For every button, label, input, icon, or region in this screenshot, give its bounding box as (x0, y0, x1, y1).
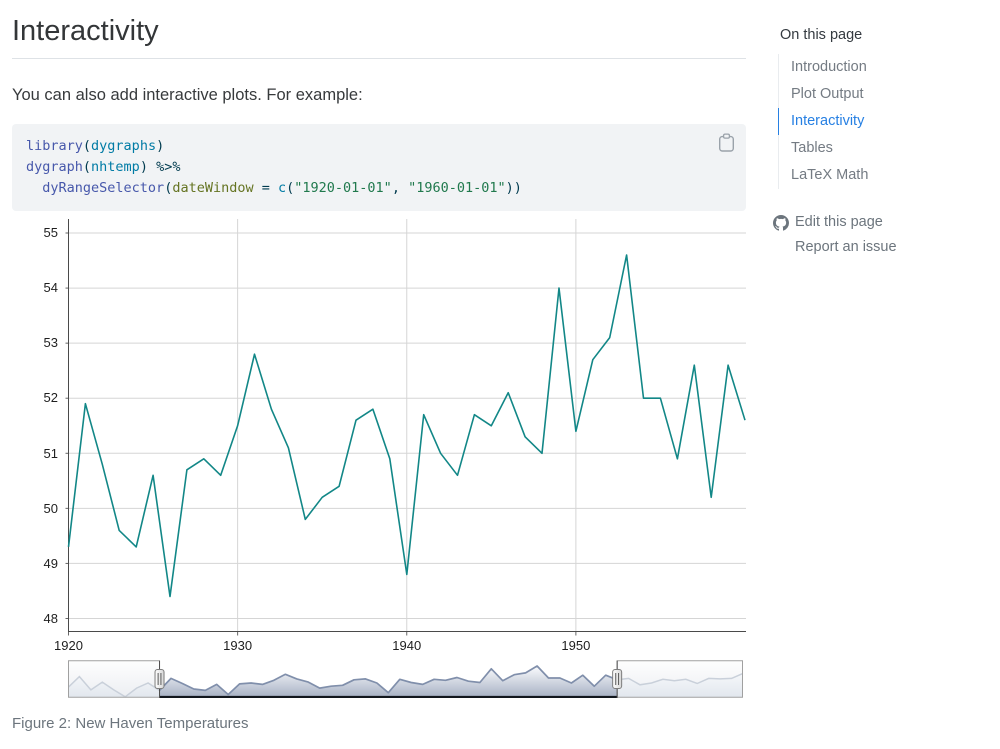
main-content: Interactivity You can also add interacti… (12, 0, 746, 732)
toc-item-label: LaTeX Math (779, 162, 990, 189)
y-axis-label: 53 (12, 335, 58, 351)
plot-area[interactable] (64, 219, 746, 637)
y-axis-label: 54 (12, 280, 58, 296)
clipboard-icon (718, 133, 735, 152)
x-axis-label: 1930 (223, 638, 252, 653)
code-line: dygraph(nhtemp) %>% (26, 157, 732, 178)
y-axis-label: 51 (12, 446, 58, 462)
dygraph-chart: 48 49 50 51 52 53 54 55 1920 1930 1940 1950 (12, 219, 746, 656)
toc-item-label: Interactivity (779, 108, 990, 135)
x-axis-label: 1940 (392, 638, 421, 653)
figure-caption: Figure 2: New Haven Temperatures (12, 715, 746, 732)
title-divider (12, 58, 746, 59)
toc-item-label: Tables (779, 135, 990, 162)
toc-item-introduction[interactable]: Introduction (779, 54, 990, 81)
range-selector-left-handle[interactable] (155, 670, 164, 689)
toc-list: IntroductionPlot OutputInteractivityTabl… (778, 54, 990, 189)
edit-this-page-label: Edit this page (795, 210, 883, 235)
toc-item-tables[interactable]: Tables (779, 135, 990, 162)
toc-item-interactivity[interactable]: Interactivity (778, 108, 990, 135)
code-line: library(dygraphs) (26, 136, 732, 157)
page-title: Interactivity (12, 14, 746, 49)
report-an-issue-link[interactable]: Report an issue (773, 235, 990, 260)
copy-code-button[interactable] (716, 131, 737, 157)
y-axis-label: 55 (12, 225, 58, 241)
report-an-issue-label: Report an issue (795, 235, 897, 260)
y-axis-label: 52 (12, 390, 58, 406)
y-axis-label: 49 (12, 556, 58, 572)
code-line: dyRangeSelector(dateWindow = c("1920-01-… (26, 178, 732, 199)
code-lines: library(dygraphs)dygraph(nhtemp) %>% dyR… (26, 136, 732, 199)
toc-item-plot-output[interactable]: Plot Output (779, 81, 990, 108)
code-block: library(dygraphs)dygraph(nhtemp) %>% dyR… (12, 124, 746, 211)
intro-text: You can also add interactive plots. For … (12, 85, 746, 106)
range-selector[interactable] (68, 660, 743, 698)
y-axis-label: 50 (12, 501, 58, 517)
toc-item-label: Plot Output (779, 81, 990, 108)
dygraph-figure: 48 49 50 51 52 53 54 55 1920 1930 1940 1950 Figure… (12, 219, 746, 732)
range-selector-right-handle[interactable] (613, 670, 622, 689)
on-this-page-nav: On this page IntroductionPlot OutputInte… (778, 0, 990, 260)
toc-item-label: Introduction (779, 54, 990, 81)
edit-this-page-link[interactable]: Edit this page (773, 210, 990, 235)
toc-title: On this page (780, 27, 990, 43)
y-axis-label: 48 (12, 611, 58, 627)
x-axis-label: 1920 (54, 638, 83, 653)
toc-item-latex-math[interactable]: LaTeX Math (779, 162, 990, 189)
toc-actions: Edit this page Report an issue (773, 210, 990, 260)
x-axis-label: 1950 (561, 638, 590, 653)
github-icon (773, 215, 789, 231)
